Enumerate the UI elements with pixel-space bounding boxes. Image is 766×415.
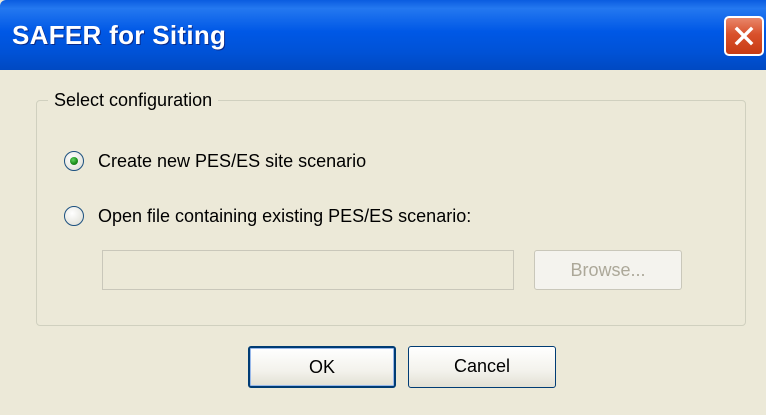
browse-button[interactable]: Browse... <box>534 250 682 290</box>
groupbox-label: Select configuration <box>48 89 219 111</box>
title-bar[interactable]: SAFER for Siting <box>0 0 766 70</box>
open-existing-scenario-radio[interactable] <box>64 206 84 226</box>
close-button[interactable] <box>724 16 764 56</box>
create-new-scenario-label[interactable]: Create new PES/ES site scenario <box>98 150 366 172</box>
ok-button[interactable]: OK <box>248 346 396 388</box>
close-icon <box>734 26 754 46</box>
open-existing-scenario-label[interactable]: Open file containing existing PES/ES sce… <box>98 205 471 227</box>
create-new-scenario-radio[interactable] <box>64 151 84 171</box>
window-title: SAFER for Siting <box>12 20 227 50</box>
file-path-input[interactable] <box>102 250 514 290</box>
radio-selected-dot <box>70 157 78 165</box>
cancel-button[interactable]: Cancel <box>408 346 556 388</box>
dialog-window: SAFER for Siting Select configuration Cr… <box>0 0 766 415</box>
